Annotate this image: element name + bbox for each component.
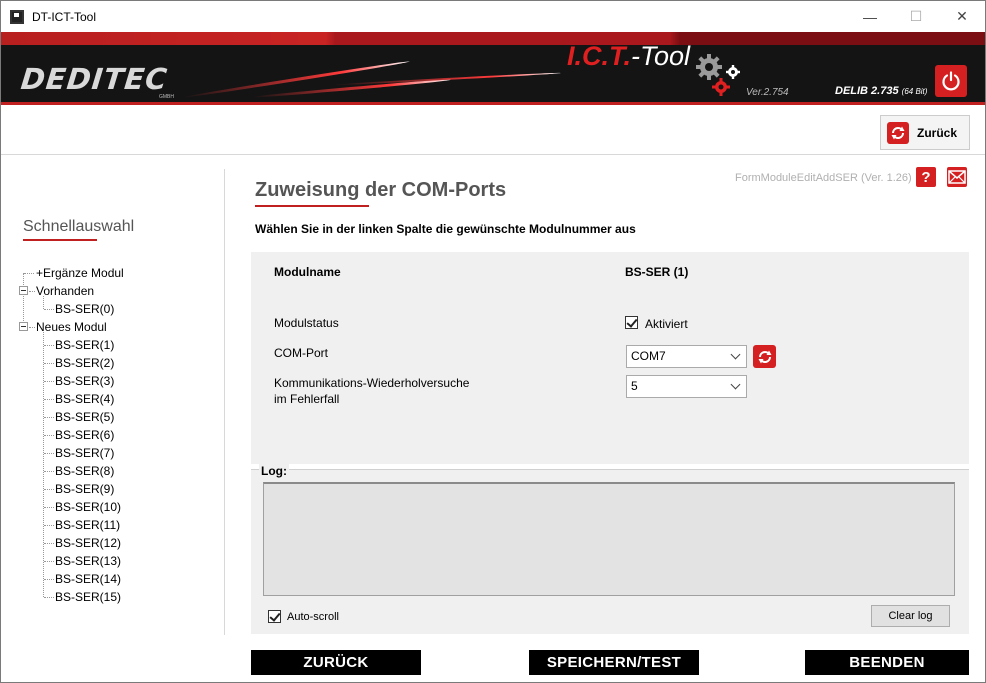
mail-icon bbox=[948, 170, 966, 184]
page-title-underline bbox=[255, 205, 369, 207]
form-name: FormModuleEditAddSER (Ver. 1.26) bbox=[735, 172, 912, 184]
product-title-suffix: -Tool bbox=[631, 41, 691, 71]
retry-label-line2: im Fehlerfall bbox=[274, 392, 340, 406]
module-settings-panel bbox=[251, 252, 969, 464]
module-name-value: BS-SER (1) bbox=[625, 265, 689, 279]
power-icon bbox=[942, 71, 960, 91]
refresh-icon bbox=[758, 350, 771, 363]
back-button-top-label: Zurück bbox=[917, 125, 958, 140]
help-button[interactable]: ? bbox=[916, 167, 936, 187]
app-icon bbox=[10, 9, 24, 24]
app-version: Ver.2.754 bbox=[746, 87, 789, 98]
com-port-label: COM-Port bbox=[274, 346, 328, 360]
mail-button[interactable] bbox=[947, 167, 967, 187]
product-title-prefix: I.C.T. bbox=[567, 41, 631, 71]
power-button[interactable] bbox=[935, 65, 967, 97]
chevron-down-icon bbox=[726, 376, 746, 397]
page-title: Zuweisung der COM-Ports bbox=[255, 179, 507, 201]
title-bar: DT-ICT-Tool — ☐ ✕ bbox=[1, 1, 985, 32]
chevron-down-icon bbox=[726, 346, 746, 367]
window-title: DT-ICT-Tool bbox=[32, 9, 97, 24]
back-button[interactable]: ZURÜCK bbox=[251, 650, 421, 675]
toolbar-divider bbox=[1, 154, 985, 155]
log-label: Log: bbox=[259, 464, 289, 478]
log-output[interactable] bbox=[263, 482, 955, 596]
back-arrow-icon bbox=[887, 121, 909, 144]
sidebar-divider bbox=[224, 169, 225, 635]
app-window: DT-ICT-Tool — ☐ ✕ DEDITEC GMBH I.C.T.-To… bbox=[0, 0, 986, 683]
retry-label-line1: Kommunikations-Wiederholversuche bbox=[274, 376, 470, 390]
save-test-button[interactable]: SPEICHERN/TEST bbox=[529, 650, 699, 675]
close-button[interactable]: ✕ bbox=[939, 1, 985, 32]
banner-stripe bbox=[1, 32, 985, 45]
autoscroll-checkbox[interactable] bbox=[268, 610, 281, 623]
header-banner: DEDITEC GMBH I.C.T.-Tool Ver.2.754 DELIB… bbox=[1, 32, 985, 105]
maximize-button[interactable]: ☐ bbox=[893, 1, 939, 32]
company-logo-suffix: GMBH bbox=[159, 94, 174, 100]
activated-checkbox[interactable] bbox=[625, 316, 638, 329]
module-status-label: Modulstatus bbox=[274, 316, 339, 330]
sidebar-title-underline bbox=[23, 239, 97, 241]
swoosh-decoration bbox=[331, 71, 561, 87]
delib-bits: (64 Bit) bbox=[901, 87, 928, 96]
instruction-text: Wählen Sie in der linken Spalte die gewü… bbox=[255, 222, 636, 236]
com-port-select[interactable]: COM7 bbox=[626, 345, 747, 368]
sidebar-title: Schnellauswahl bbox=[23, 218, 135, 235]
refresh-ports-button[interactable] bbox=[753, 345, 776, 368]
activated-checkbox-label: Aktiviert bbox=[645, 317, 688, 331]
module-name-label: Modulname bbox=[274, 265, 341, 279]
clear-log-button[interactable]: Clear log bbox=[871, 605, 950, 627]
delib-version-text: DELIB 2.735 bbox=[835, 85, 899, 97]
delib-version: DELIB 2.735 (64 Bit) bbox=[835, 85, 927, 97]
help-icon: ? bbox=[921, 168, 931, 186]
tree-line bbox=[43, 332, 44, 597]
com-port-value: COM7 bbox=[631, 349, 666, 363]
retry-value: 5 bbox=[631, 379, 638, 393]
back-button-top[interactable]: Zurück bbox=[880, 115, 970, 150]
retry-select[interactable]: 5 bbox=[626, 375, 747, 398]
collapse-icon[interactable] bbox=[19, 286, 28, 295]
minimize-button[interactable]: — bbox=[847, 1, 893, 32]
gears-icon bbox=[696, 54, 740, 96]
product-title: I.C.T.-Tool bbox=[567, 41, 690, 72]
autoscroll-label: Auto-scroll bbox=[287, 611, 339, 623]
collapse-icon[interactable] bbox=[19, 322, 28, 331]
company-logo: DEDITEC bbox=[19, 62, 170, 96]
tree-line bbox=[23, 273, 24, 327]
exit-button[interactable]: BEENDEN bbox=[805, 650, 969, 675]
banner-bottom-line bbox=[1, 102, 985, 105]
window-controls: — ☐ ✕ bbox=[847, 1, 985, 32]
